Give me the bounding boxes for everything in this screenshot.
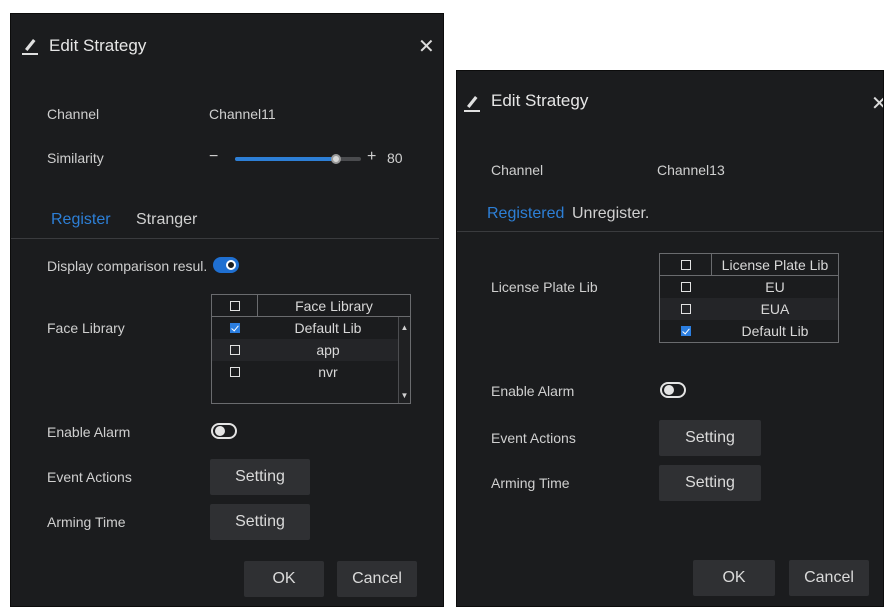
table-row[interactable]: Default Lib (660, 320, 838, 342)
tab-unregistered[interactable]: Unregister. (572, 205, 649, 223)
edit-pen-icon (22, 39, 38, 55)
similarity-label: Similarity (47, 150, 104, 166)
table-header: Face Library (212, 295, 410, 317)
edit-pen-icon (464, 96, 480, 112)
ok-button[interactable]: OK (693, 560, 775, 596)
row-name: EU (765, 279, 785, 295)
similarity-decrease-button[interactable]: − (209, 148, 218, 166)
cancel-button[interactable]: Cancel (789, 560, 869, 596)
face-library-table: Face Library Default Lib app nvr ▲ ▼ (211, 294, 411, 404)
row-name: EUA (760, 301, 790, 317)
edit-strategy-dialog-face: Edit Strategy ✕ Channel Channel11 Simila… (10, 13, 444, 607)
tab-stranger[interactable]: Stranger (136, 211, 197, 229)
arming-time-setting-button[interactable]: Setting (210, 504, 310, 540)
ok-button[interactable]: OK (244, 561, 324, 597)
table-row[interactable]: app (212, 339, 398, 361)
dialog-title: Edit Strategy (49, 36, 147, 55)
table-header-label: License Plate Lib (721, 256, 829, 273)
cancel-button[interactable]: Cancel (337, 561, 417, 597)
tab-registered[interactable]: Registered (487, 205, 564, 223)
channel-label: Channel (491, 162, 544, 178)
arming-time-setting-button[interactable]: Setting (659, 465, 761, 501)
table-row[interactable]: EU (660, 276, 838, 298)
enable-alarm-label: Enable Alarm (47, 424, 131, 440)
license-plate-table: License Plate Lib EU EUA Default Lib (659, 253, 839, 343)
row-name: Default Lib (741, 323, 809, 339)
table-row[interactable]: nvr (212, 361, 398, 383)
similarity-value: 80 (387, 150, 403, 166)
row-checkbox[interactable] (230, 367, 240, 377)
edit-strategy-dialog-plate: Edit Strategy ✕ Channel Channel13 Regist… (456, 70, 884, 607)
display-comparison-toggle[interactable] (213, 257, 239, 273)
similarity-slider-thumb[interactable] (331, 154, 341, 164)
row-checkbox[interactable] (230, 345, 240, 355)
channel-value: Channel13 (657, 162, 725, 178)
dialog-title: Edit Strategy (491, 91, 589, 110)
similarity-slider-fill (235, 157, 336, 161)
close-icon[interactable]: ✕ (418, 34, 435, 59)
table-row[interactable]: Default Lib (212, 317, 398, 339)
event-actions-label: Event Actions (491, 430, 576, 446)
channel-value: Channel11 (209, 106, 276, 122)
row-name: Default Lib (294, 320, 362, 336)
channel-label: Channel (47, 106, 100, 122)
arming-time-label: Arming Time (491, 475, 570, 491)
table-scrollbar[interactable]: ▲ ▼ (398, 317, 410, 403)
similarity-increase-button[interactable]: + (367, 148, 376, 166)
display-comparison-label: Display comparison resul. (47, 258, 208, 274)
table-header: License Plate Lib (660, 254, 838, 276)
table-row[interactable]: EUA (660, 298, 838, 320)
event-actions-label: Event Actions (47, 469, 132, 485)
event-actions-setting-button[interactable]: Setting (210, 459, 310, 495)
table-header-label: Face Library (295, 297, 373, 314)
enable-alarm-toggle[interactable] (211, 423, 237, 439)
face-library-label: Face Library (47, 320, 125, 336)
row-checkbox[interactable] (230, 323, 240, 333)
arming-time-label: Arming Time (47, 514, 126, 530)
event-actions-setting-button[interactable]: Setting (659, 420, 761, 456)
row-checkbox[interactable] (681, 304, 691, 314)
select-all-checkbox[interactable] (680, 259, 691, 270)
close-icon[interactable]: ✕ (871, 91, 883, 116)
enable-alarm-toggle[interactable] (660, 382, 686, 398)
row-name: app (316, 342, 340, 358)
row-checkbox[interactable] (681, 326, 691, 336)
license-plate-label: License Plate Lib (491, 279, 598, 295)
row-checkbox[interactable] (681, 282, 691, 292)
tab-divider (457, 231, 883, 232)
row-name: nvr (318, 364, 338, 380)
tab-register[interactable]: Register (51, 211, 111, 229)
select-all-checkbox[interactable] (229, 300, 240, 311)
tab-divider (11, 238, 439, 239)
scroll-up-icon[interactable]: ▲ (399, 321, 410, 333)
enable-alarm-label: Enable Alarm (491, 383, 575, 399)
scroll-down-icon[interactable]: ▼ (399, 389, 410, 401)
